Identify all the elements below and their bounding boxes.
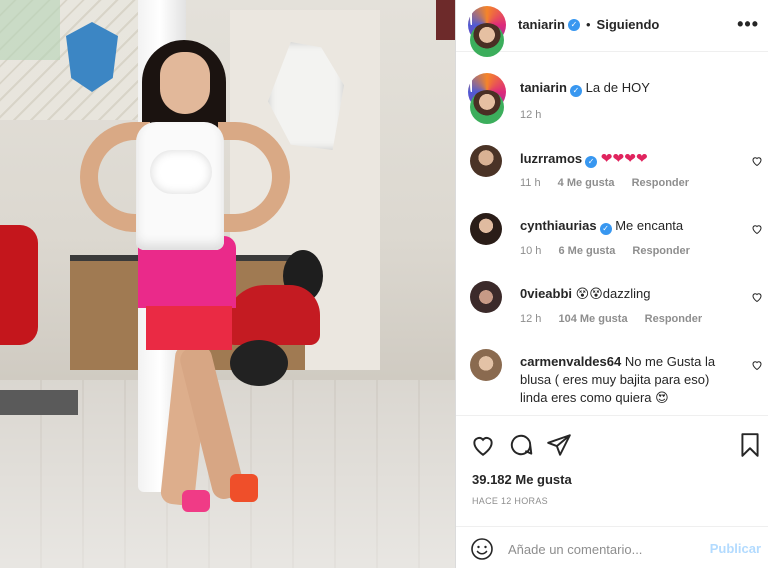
- comment-username[interactable]: luzrramos: [520, 151, 582, 166]
- caption-text-line: taniarin ✓ La de HOY: [520, 79, 740, 97]
- photo-door-edge: [436, 0, 455, 40]
- post-timestamp[interactable]: HACE 12 HORAS: [472, 496, 548, 506]
- comment-composer: Publicar: [456, 526, 768, 568]
- comment-meta: 10 h 6 Me gusta Responder: [520, 245, 704, 257]
- comment-like-heart-icon[interactable]: [751, 291, 763, 303]
- orange-shoe: [230, 474, 258, 502]
- comment-meta: 11 h 4 Me gusta Responder: [520, 177, 703, 189]
- publish-button[interactable]: Publicar: [710, 541, 761, 556]
- comment-text-line: cynthiaurias ✓ Me encanta: [520, 217, 740, 235]
- comment-text: 😵😵dazzling: [575, 286, 651, 301]
- comment-avatar[interactable]: [470, 213, 502, 245]
- caption-text: La de HOY: [585, 80, 650, 95]
- comment-text: Me encanta: [615, 218, 684, 233]
- share-icon[interactable]: [546, 432, 572, 458]
- comment-text-line: carmenvaldes64 No me Gusta la blusa ( er…: [520, 353, 740, 407]
- verified-badge-icon: ✓: [569, 85, 582, 97]
- follow-status-button[interactable]: Siguiendo: [597, 17, 660, 32]
- heart-icon[interactable]: [470, 432, 496, 458]
- verified-badge-icon: ✓: [567, 18, 580, 31]
- more-options-icon[interactable]: •••: [737, 14, 759, 35]
- caption-meta: 12 h: [520, 109, 555, 121]
- author-username[interactable]: taniarin: [518, 17, 565, 32]
- comment-time[interactable]: 12 h: [520, 313, 541, 325]
- comment-time[interactable]: 10 h: [520, 245, 541, 257]
- person-face: [160, 52, 210, 114]
- comment-avatar[interactable]: [470, 281, 502, 313]
- caption-time[interactable]: 12 h: [520, 109, 541, 121]
- bookmark-icon[interactable]: [737, 432, 763, 458]
- scooter-wheel: [230, 340, 288, 386]
- caption-avatar[interactable]: [468, 73, 506, 141]
- emoji-icon[interactable]: [470, 537, 494, 561]
- author-line: taniarin ✓ • Siguiendo: [518, 17, 659, 32]
- comment-like-heart-icon[interactable]: [751, 359, 763, 371]
- likes-count[interactable]: 39.182 Me gusta: [472, 472, 572, 487]
- comment-likes[interactable]: 6 Me gusta: [558, 245, 615, 257]
- post-header: taniarin ✓ • Siguiendo •••: [456, 0, 768, 74]
- comment-avatar[interactable]: [470, 145, 502, 177]
- comments-list[interactable]: taniarin ✓ La de HOY 12 h luzrramos ✓ ❤❤❤❤…: [456, 53, 768, 415]
- separator-dot: •: [585, 17, 591, 32]
- post-sidebar: taniarin ✓ • Siguiendo ••• taniarin ✓ La …: [455, 0, 768, 568]
- reply-button[interactable]: Responder: [632, 177, 689, 189]
- red-scooter-left: [0, 225, 38, 345]
- pink-shoe: [182, 490, 210, 512]
- comment-username[interactable]: 0vieabbi: [520, 286, 572, 301]
- comment-meta: 12 h 104 Me gusta Responder: [520, 313, 716, 325]
- comment-username[interactable]: carmenvaldes64: [520, 354, 621, 369]
- reply-button[interactable]: Responder: [632, 245, 689, 257]
- comment-likes[interactable]: 104 Me gusta: [558, 313, 627, 325]
- comment-icon[interactable]: [508, 432, 534, 458]
- comment-avatar[interactable]: [470, 349, 502, 381]
- verified-badge-icon: ✓: [585, 156, 598, 168]
- comment-text: ❤❤❤❤: [600, 150, 648, 166]
- comment-likes[interactable]: 4 Me gusta: [558, 177, 615, 189]
- comment-like-heart-icon[interactable]: [751, 223, 763, 235]
- scooter-stand: [0, 390, 78, 415]
- caption-username[interactable]: taniarin: [520, 80, 567, 95]
- comment-time[interactable]: 11 h: [520, 177, 541, 189]
- verified-badge-icon: ✓: [599, 223, 612, 235]
- comment-text-line: 0vieabbi 😵😵dazzling: [520, 285, 740, 303]
- author-avatar[interactable]: [468, 6, 506, 74]
- comment-like-heart-icon[interactable]: [751, 155, 763, 167]
- post-photo[interactable]: [0, 0, 455, 568]
- comment-text-line: luzrramos ✓ ❤❤❤❤: [520, 149, 740, 168]
- reply-button[interactable]: Responder: [645, 313, 702, 325]
- comment-username[interactable]: cynthiaurias: [520, 218, 597, 233]
- red-skirt-hem: [146, 306, 232, 350]
- photo-mural-accent: [0, 0, 60, 60]
- white-bow: [150, 150, 212, 194]
- comment-input[interactable]: [508, 539, 698, 559]
- red-scooter-right: [225, 285, 320, 345]
- post-actions: 39.182 Me gusta HACE 12 HORAS: [456, 415, 768, 535]
